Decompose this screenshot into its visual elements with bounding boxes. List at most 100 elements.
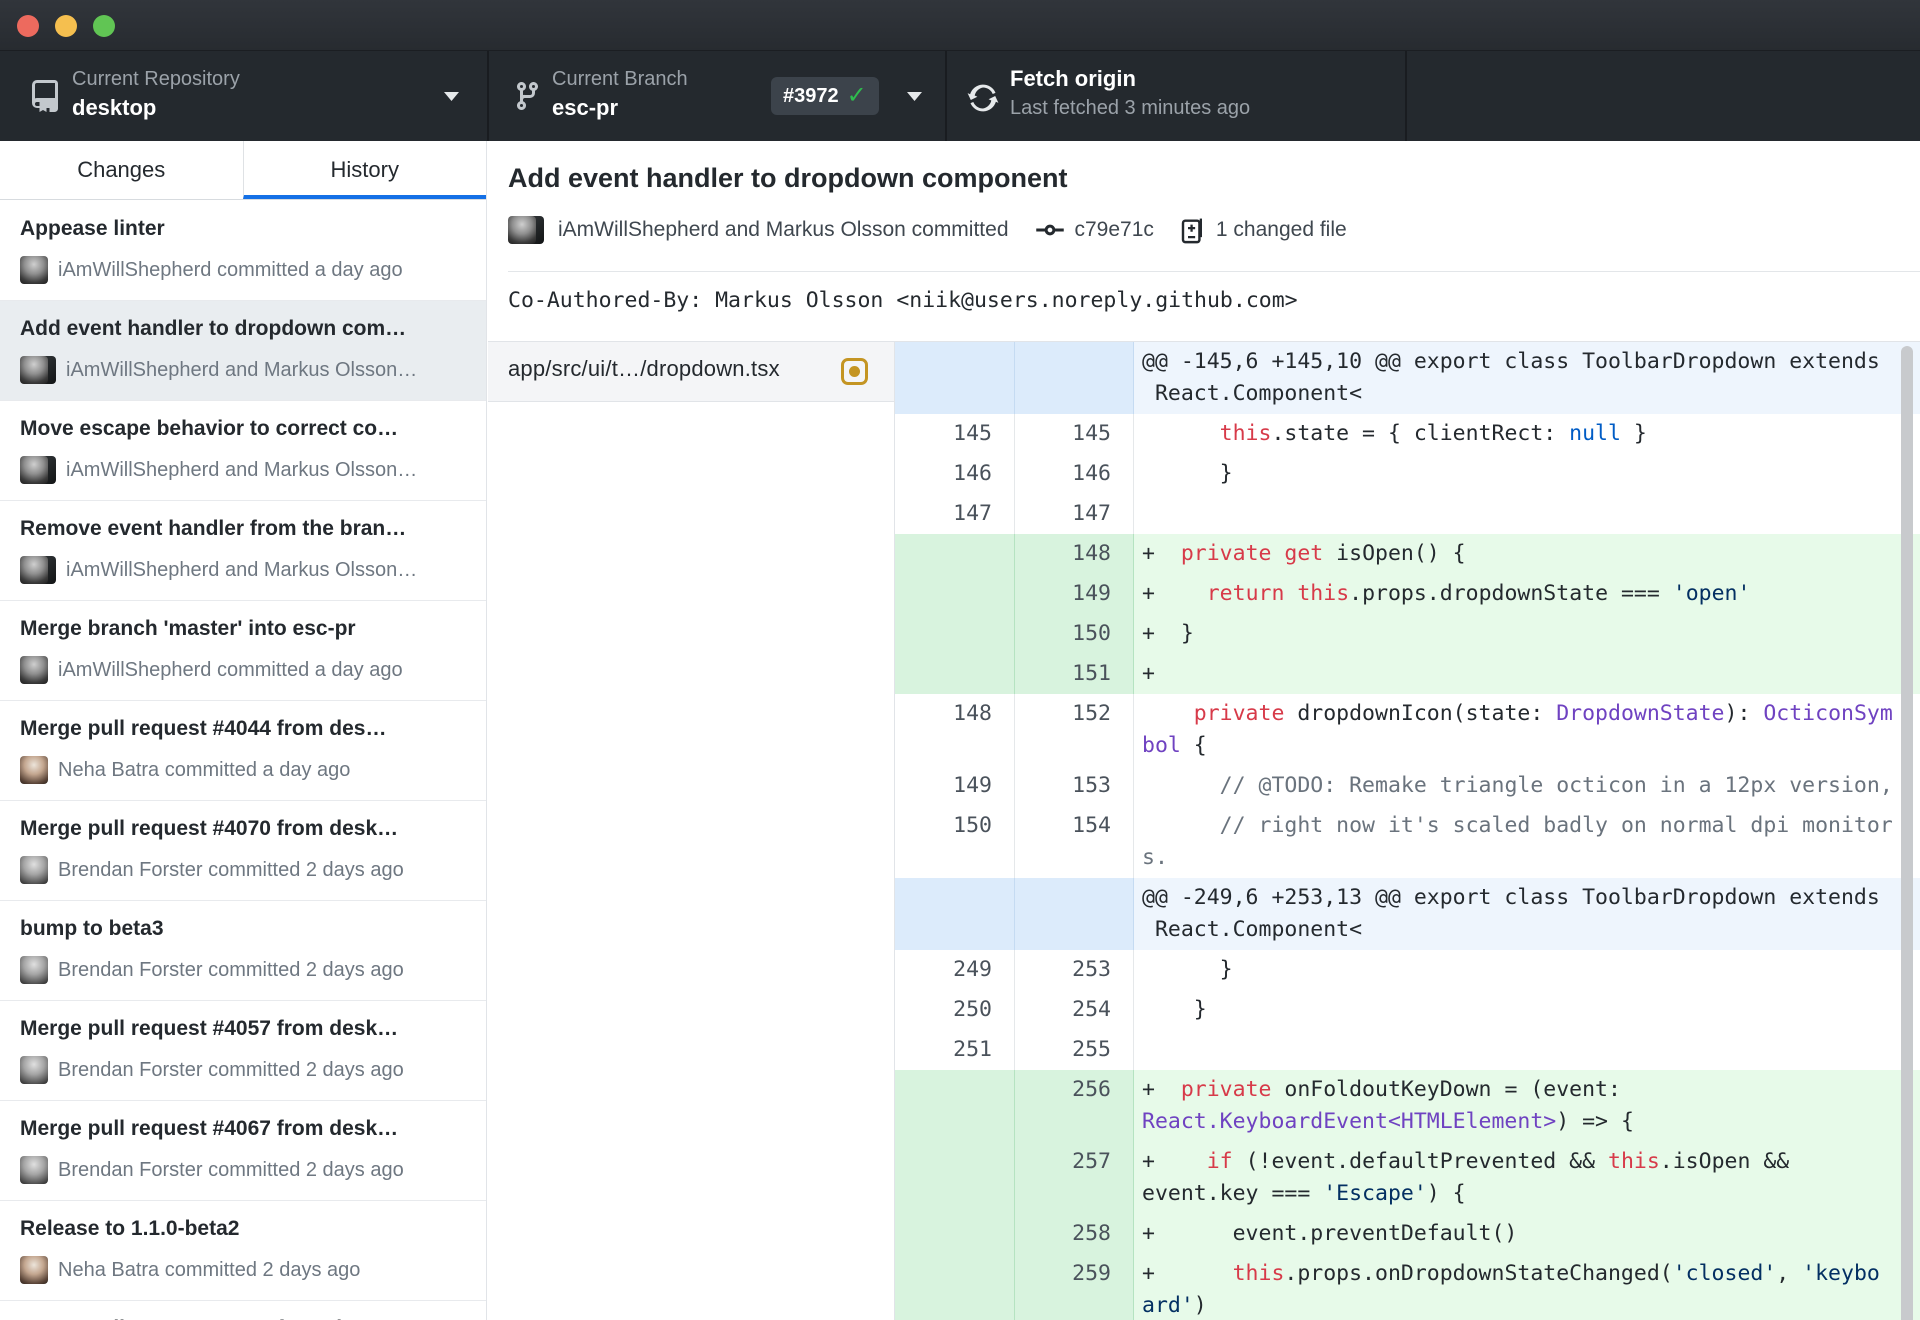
avatar bbox=[20, 1156, 48, 1184]
new-line-number: 149 bbox=[1015, 574, 1134, 614]
diff-added-row: 257 + if (!event.defaultPrevented && this… bbox=[895, 1142, 1920, 1214]
fetch-origin-title: Fetch origin bbox=[1010, 66, 1136, 91]
code-line: + bbox=[1142, 661, 1155, 686]
sync-icon bbox=[967, 84, 999, 112]
code-line: // right now it's scaled badly on normal… bbox=[1219, 813, 1893, 838]
new-line-number: 148 bbox=[1015, 534, 1134, 574]
old-line-number: 149 bbox=[895, 766, 1015, 806]
changed-files-icon bbox=[1180, 215, 1206, 245]
pr-number-badge: #3972 ✓ bbox=[771, 77, 879, 115]
changed-files-count: 1 changed file bbox=[1215, 218, 1347, 241]
diff-context-row: 148 152 private dropdownIcon(state: Dropd… bbox=[895, 694, 1920, 766]
committer-avatars bbox=[508, 216, 544, 244]
tab-history[interactable]: History bbox=[242, 141, 486, 199]
commit-row[interactable]: Merge pull request #4067 from desk… Brend… bbox=[0, 1101, 486, 1201]
old-line-number bbox=[895, 654, 1015, 694]
commit-sha[interactable]: c79e71c bbox=[1075, 218, 1154, 242]
minimize-window-button[interactable] bbox=[55, 15, 77, 37]
current-branch-button[interactable]: Current Branch esc-pr #3972 ✓ bbox=[489, 51, 945, 141]
diff-scrollbar[interactable] bbox=[1901, 346, 1913, 1320]
commit-row[interactable]: bump to beta3 Brendan Forster committed 2… bbox=[0, 901, 486, 1001]
close-window-button[interactable] bbox=[17, 15, 39, 37]
diff-context-row: 145 145 this.state = { clientRect: null } bbox=[895, 414, 1920, 454]
diff-hunk-header-row: @@ -249,6 +253,13 @@ export class Toolba… bbox=[895, 878, 1920, 950]
commit-row-meta: Brendan Forster committed 2 days ago bbox=[20, 1156, 404, 1184]
avatar bbox=[508, 216, 536, 244]
code-cell: + private onFoldoutKeyDown = (event: Reac… bbox=[1134, 1070, 1920, 1142]
old-line-number: 145 bbox=[895, 414, 1015, 454]
code-line: React.Component< bbox=[1142, 917, 1363, 942]
old-line-number bbox=[895, 1070, 1015, 1142]
tab-changes[interactable]: Changes bbox=[0, 141, 243, 199]
old-line-number: 150 bbox=[895, 806, 1015, 878]
diff-area: app/src/ui/t…/dropdown.tsx @@ -145,6 +14… bbox=[488, 341, 1920, 1320]
current-branch-value: esc-pr bbox=[552, 95, 619, 120]
current-repository-label: Current Repository bbox=[72, 68, 240, 90]
commit-row-meta: iAmWillShepherd committed a day ago bbox=[20, 656, 403, 684]
commit-detail: Add event handler to dropdown component … bbox=[488, 141, 1920, 1320]
code-cell: // @TODO: Remake triangle octicon in a 1… bbox=[1134, 766, 1920, 806]
commit-row-title: Merge branch 'master' into esc-pr bbox=[20, 617, 356, 640]
new-line-number: 256 bbox=[1015, 1070, 1134, 1142]
commit-row[interactable]: Appease linter iAmWillShepherd committed … bbox=[0, 201, 486, 301]
commit-row[interactable]: Merge pull request #4044 from des… Neha B… bbox=[0, 701, 486, 801]
commit-row-title: Merge pull request #4057 from desk… bbox=[20, 1017, 399, 1040]
avatar bbox=[20, 256, 48, 284]
pr-status-check-icon: ✓ bbox=[846, 82, 867, 109]
commit-row[interactable]: Release to 1.1.0-beta2 Neha Batra committ… bbox=[0, 1201, 486, 1301]
commit-row-meta: iAmWillShepherd committed a day ago bbox=[20, 256, 403, 284]
macos-titlebar bbox=[0, 0, 1920, 50]
old-line-number bbox=[895, 614, 1015, 654]
commit-row-meta: iAmWillShepherd and Markus Olsson… bbox=[20, 556, 417, 584]
avatar bbox=[20, 856, 48, 884]
chevron-down-icon bbox=[444, 92, 459, 101]
code-line: event.key === 'Escape') { bbox=[1142, 1181, 1466, 1206]
diff-context-row: 250 254 } bbox=[895, 990, 1920, 1030]
code-cell: + return this.props.dropdownState === 'o… bbox=[1134, 574, 1920, 614]
commit-row-meta: Brendan Forster committed 2 days ago bbox=[20, 956, 404, 984]
code-line: private dropdownIcon(state: DropdownStat… bbox=[1193, 701, 1893, 726]
file-modified-icon bbox=[841, 358, 868, 385]
chevron-down-icon bbox=[907, 92, 922, 101]
commit-meta-row: iAmWillShepherd and Markus Olsson commit… bbox=[508, 215, 1347, 245]
current-repository-button[interactable]: Current Repository desktop bbox=[0, 51, 487, 141]
commit-summary-title: Add event handler to dropdown component bbox=[508, 163, 1068, 193]
commit-row[interactable]: Merge pull request #4070 from desk… Brend… bbox=[0, 801, 486, 901]
diff-hunk-header-row: @@ -145,6 +145,10 @@ export class Toolba… bbox=[895, 342, 1920, 414]
fetch-origin-button[interactable]: Fetch origin Last fetched 3 minutes ago bbox=[947, 51, 1405, 141]
code-line: // @TODO: Remake triangle octicon in a 1… bbox=[1219, 773, 1893, 798]
diff-context-row: 251 255 bbox=[895, 1030, 1920, 1070]
commit-row[interactable]: Merge pull request #4057 from desk… Brend… bbox=[0, 1001, 486, 1101]
new-line-number: 154 bbox=[1015, 806, 1134, 878]
new-line-number: 153 bbox=[1015, 766, 1134, 806]
new-line-number: 150 bbox=[1015, 614, 1134, 654]
new-line-number: 151 bbox=[1015, 654, 1134, 694]
new-line-number bbox=[1015, 342, 1134, 414]
old-line-number: 146 bbox=[895, 454, 1015, 494]
commit-row[interactable]: Remove event handler from the bran… iAmWi… bbox=[0, 501, 486, 601]
repo-icon bbox=[32, 80, 58, 112]
old-line-number: 148 bbox=[895, 694, 1015, 766]
committers-text: iAmWillShepherd and Markus Olsson commit… bbox=[558, 218, 1009, 241]
diff-context-row: 147 147 bbox=[895, 494, 1920, 534]
commit-row-title: Merge pull request #4044 from des… bbox=[20, 717, 387, 740]
commit-row-title: Merge pull request #4070 from desk… bbox=[20, 817, 399, 840]
code-cell: @@ -249,6 +253,13 @@ export class Toolba… bbox=[1134, 878, 1920, 950]
commit-row-meta: Brendan Forster committed 2 days ago bbox=[20, 856, 404, 884]
new-line-number: 254 bbox=[1015, 990, 1134, 1030]
commit-row[interactable]: Merge branch 'master' into esc-pr iAmWill… bbox=[0, 601, 486, 701]
commit-row-meta: Brendan Forster committed 2 days ago bbox=[20, 1056, 404, 1084]
file-row[interactable]: app/src/ui/t…/dropdown.tsx bbox=[488, 342, 894, 402]
old-line-number: 250 bbox=[895, 990, 1015, 1030]
app-toolbar: Current Repository desktop Current Branc… bbox=[0, 50, 1920, 141]
commit-row[interactable]: Move escape behavior to correct co… iAmWi… bbox=[0, 401, 486, 501]
commit-row[interactable]: Merge pull request #4053 from d… bbox=[0, 1301, 486, 1320]
commit-row[interactable]: Add event handler to dropdown com… iAmWil… bbox=[0, 301, 486, 401]
commit-row-meta: iAmWillShepherd and Markus Olsson… bbox=[20, 456, 417, 484]
old-line-number bbox=[895, 1142, 1015, 1214]
commit-row-meta: Neha Batra committed 2 days ago bbox=[20, 1256, 360, 1284]
code-line: + return this.props.dropdownState === 'o… bbox=[1142, 581, 1751, 606]
diff-added-row: 256 + private onFoldoutKeyDown = (event: R… bbox=[895, 1070, 1920, 1142]
zoom-window-button[interactable] bbox=[93, 15, 115, 37]
commit-row-meta: iAmWillShepherd and Markus Olsson… bbox=[20, 356, 417, 384]
